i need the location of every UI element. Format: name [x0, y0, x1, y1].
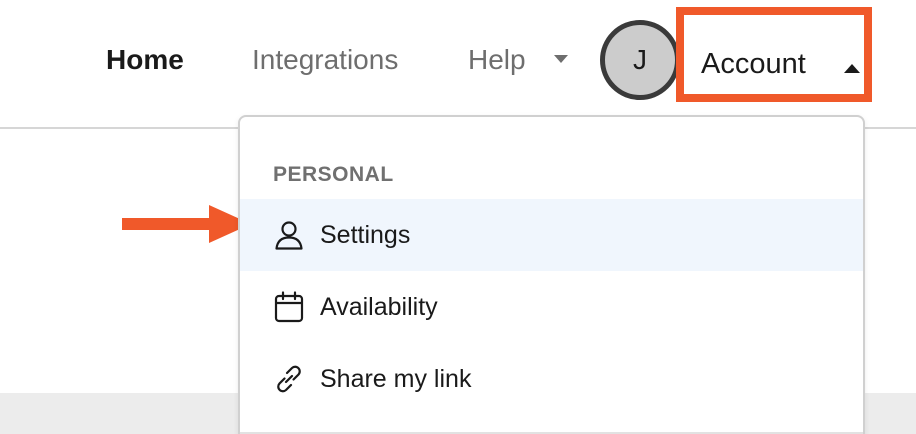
- chevron-up-icon: [844, 64, 860, 73]
- top-navigation: Home Integrations Help J Account: [0, 0, 916, 129]
- menu-item-label: Settings: [320, 221, 411, 249]
- annotation-arrow: [122, 218, 214, 230]
- avatar[interactable]: J: [600, 20, 680, 100]
- link-icon: [277, 365, 301, 393]
- user-icon: [275, 221, 303, 250]
- calendar-icon: [274, 291, 304, 323]
- menu-item-settings[interactable]: Settings: [240, 199, 863, 271]
- menu-item-availability[interactable]: Availability: [240, 271, 863, 343]
- menu-item-label: Availability: [320, 293, 438, 321]
- nav-home-link[interactable]: Home: [106, 40, 184, 80]
- menu-item-share-link[interactable]: Share my link: [240, 343, 863, 415]
- nav-help-link[interactable]: Help: [468, 40, 526, 80]
- page: Home Integrations Help J Account PERSONA…: [0, 0, 916, 434]
- account-menu-button[interactable]: Account: [676, 7, 872, 102]
- account-dropdown-menu: PERSONAL Settings Availability Share my …: [238, 115, 865, 434]
- menu-item-label: Share my link: [320, 365, 472, 393]
- section-label: PERSONAL: [273, 163, 394, 186]
- account-label: Account: [701, 48, 806, 80]
- nav-integrations-link[interactable]: Integrations: [252, 40, 398, 80]
- chevron-down-icon[interactable]: [554, 55, 568, 63]
